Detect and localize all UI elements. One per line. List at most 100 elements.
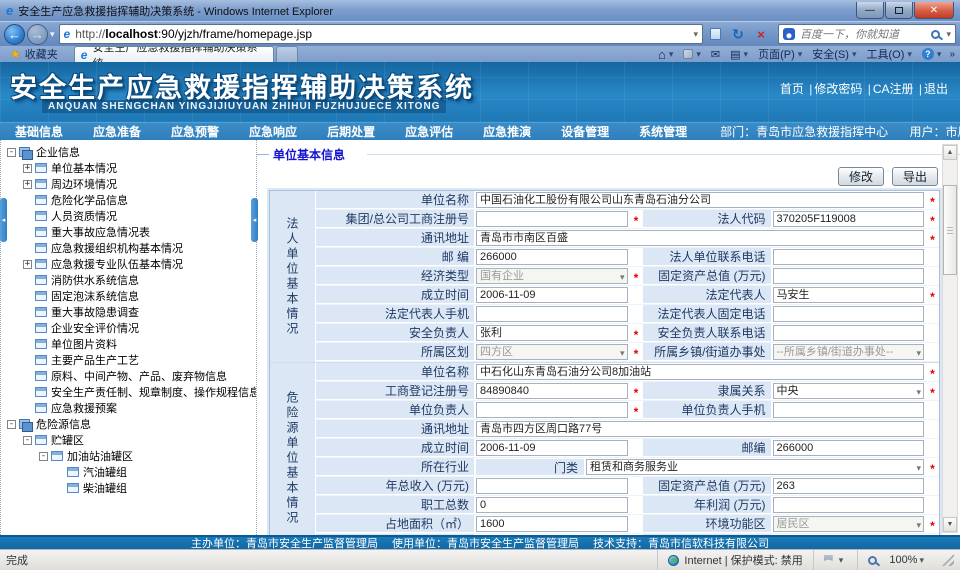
tree-item[interactable]: 应急救援组织机构基本情况 [3, 240, 256, 256]
tree-item[interactable]: -贮罐区 [3, 432, 256, 448]
tree-expander-icon[interactable]: + [23, 180, 32, 189]
input-field[interactable]: 中石化山东青岛石油分公司8加油站 [476, 364, 924, 380]
menu-item[interactable]: 后期处置 [312, 123, 390, 140]
tree-expander-icon[interactable]: + [23, 260, 32, 269]
input-field[interactable]: 1600 [476, 516, 628, 532]
input-field[interactable]: 0 [476, 497, 628, 513]
input-field[interactable]: 中国石油化工股份有限公司山东青岛石油分公司 [476, 192, 924, 208]
input-field[interactable]: 张利 [476, 325, 628, 341]
tree-item[interactable]: 单位图片资料 [3, 336, 256, 352]
input-field[interactable]: 马安生 [773, 287, 925, 303]
select-field[interactable]: 租赁和商务服务业▾ [586, 459, 924, 475]
tree-expander-icon[interactable]: - [23, 436, 32, 445]
browser-tab[interactable]: e 安全生产应急救援指挥辅助决策系统 [74, 46, 274, 62]
favorites-button[interactable]: ★ 收藏夹 [2, 46, 66, 62]
tree-item[interactable]: 柴油罐组 [3, 480, 256, 496]
search-dropdown-icon[interactable]: ▾ [946, 29, 951, 40]
tree-item[interactable]: +单位基本情况 [3, 160, 256, 176]
input-field[interactable]: 266000 [773, 440, 925, 456]
forward-button[interactable]: → [27, 24, 48, 45]
input-field[interactable]: 青岛市四方区周口路77号 [476, 421, 924, 437]
feeds-button[interactable]: ▾ [678, 49, 706, 60]
tree-expander-icon[interactable]: - [39, 452, 48, 461]
refresh-button[interactable]: ↻ [727, 24, 749, 44]
tree-item[interactable]: 消防供水系统信息 [3, 272, 256, 288]
input-field[interactable]: 266000 [476, 249, 628, 265]
help-button[interactable]: ?▾ [917, 48, 947, 60]
menu-item[interactable]: 应急响应 [234, 123, 312, 140]
menu-item[interactable]: 应急预警 [156, 123, 234, 140]
home-button[interactable]: ⌂▾ [653, 47, 678, 62]
tree-item[interactable]: 主要产品生产工艺 [3, 352, 256, 368]
stop-button[interactable]: × [750, 24, 772, 44]
modify-button[interactable]: 修改 [838, 167, 884, 186]
input-field[interactable] [773, 497, 925, 513]
input-field[interactable] [773, 306, 925, 322]
back-button[interactable]: ← [4, 24, 25, 45]
tools-menu-button[interactable]: 工具(O)▾ [861, 46, 916, 62]
tree-item[interactable]: 重大事故应急情况表 [3, 224, 256, 240]
input-field[interactable]: 84890840 [476, 383, 628, 399]
tree-item[interactable]: 人员资质情况 [3, 208, 256, 224]
read-mail-button[interactable]: ✉ [706, 48, 725, 61]
tree-item[interactable]: 汽油罐组 [3, 464, 256, 480]
menu-item[interactable]: 应急推演 [468, 123, 546, 140]
tree-expander-icon[interactable]: - [7, 148, 16, 157]
select-field[interactable]: 国有企业▾ [476, 268, 628, 284]
address-dropdown-icon[interactable]: ▾ [693, 29, 698, 40]
input-field[interactable]: 370205F119008 [773, 211, 925, 227]
tree-item[interactable]: 企业安全评价情况 [3, 320, 256, 336]
scroll-up-icon[interactable]: ▲ [943, 145, 957, 160]
header-link[interactable]: 首页 [778, 82, 806, 96]
address-bar[interactable]: e http://localhost:90/yjzh/frame/homepag… [59, 24, 703, 44]
tree-item[interactable]: -企业信息 [3, 144, 256, 160]
input-field[interactable]: 2006-11-09 [476, 440, 628, 456]
tree-item[interactable]: 应急救援预案 [3, 400, 256, 416]
input-field[interactable] [476, 306, 628, 322]
tree-item[interactable]: 固定泡沫系统信息 [3, 288, 256, 304]
protected-mode-button[interactable]: ▾ [813, 550, 858, 570]
splitter-collapse-left[interactable]: ◂ [0, 198, 7, 242]
scroll-down-icon[interactable]: ▼ [943, 517, 957, 532]
compatibility-view-button[interactable] [704, 24, 726, 44]
tree-item[interactable]: 危险化学品信息 [3, 192, 256, 208]
header-link[interactable]: 修改密码 [812, 82, 864, 96]
input-field[interactable] [476, 211, 628, 227]
tree-item[interactable]: 原料、中间产物、产品、废弃物信息 [3, 368, 256, 384]
tree-expander-icon[interactable]: - [7, 420, 16, 429]
history-dropdown-icon[interactable]: ▾ [50, 29, 55, 40]
print-button[interactable]: ▤▾ [725, 48, 753, 61]
page-menu-button[interactable]: 页面(P)▾ [753, 46, 807, 62]
input-field[interactable] [773, 268, 925, 284]
menu-item[interactable]: 基础信息 [0, 123, 78, 140]
input-field[interactable]: 青岛市市南区百盛 [476, 230, 924, 246]
tree-item[interactable]: -危险源信息 [3, 416, 256, 432]
search-icon[interactable] [931, 30, 940, 39]
more-toolbar-icon[interactable]: » [946, 49, 958, 60]
safety-menu-button[interactable]: 安全(S)▾ [807, 46, 861, 62]
tree-item[interactable]: +周边环境情况 [3, 176, 256, 192]
input-field[interactable] [476, 402, 628, 418]
header-link[interactable]: CA注册 [871, 82, 916, 96]
zoom-control[interactable]: 100% ▾ [857, 550, 938, 570]
select-field[interactable]: 居民区▾ [773, 516, 925, 532]
tree-expander-icon[interactable]: + [23, 164, 32, 173]
header-link[interactable]: 退出 [922, 82, 950, 96]
select-field[interactable]: --所属乡镇/街道办事处--▾ [773, 344, 925, 360]
menu-item[interactable]: 系统管理 [624, 123, 702, 140]
menu-item[interactable]: 应急评估 [390, 123, 468, 140]
tree-item[interactable]: 重大事故隐患调查 [3, 304, 256, 320]
close-button[interactable]: ✕ [914, 2, 954, 19]
tree-item[interactable]: -加油站油罐区 [3, 448, 256, 464]
maximize-button[interactable] [885, 2, 913, 19]
scrollbar-thumb[interactable] [943, 185, 957, 275]
tree-item[interactable]: +应急救援专业队伍基本情况 [3, 256, 256, 272]
input-field[interactable] [476, 478, 628, 494]
resize-grip[interactable] [942, 554, 954, 566]
input-field[interactable]: 2006-11-09 [476, 287, 628, 303]
input-field[interactable] [773, 402, 925, 418]
input-field[interactable] [773, 249, 925, 265]
select-field[interactable]: 四方区▾ [476, 344, 628, 360]
vertical-scrollbar[interactable]: ▲ ▼ [942, 144, 958, 533]
input-field[interactable] [773, 325, 925, 341]
